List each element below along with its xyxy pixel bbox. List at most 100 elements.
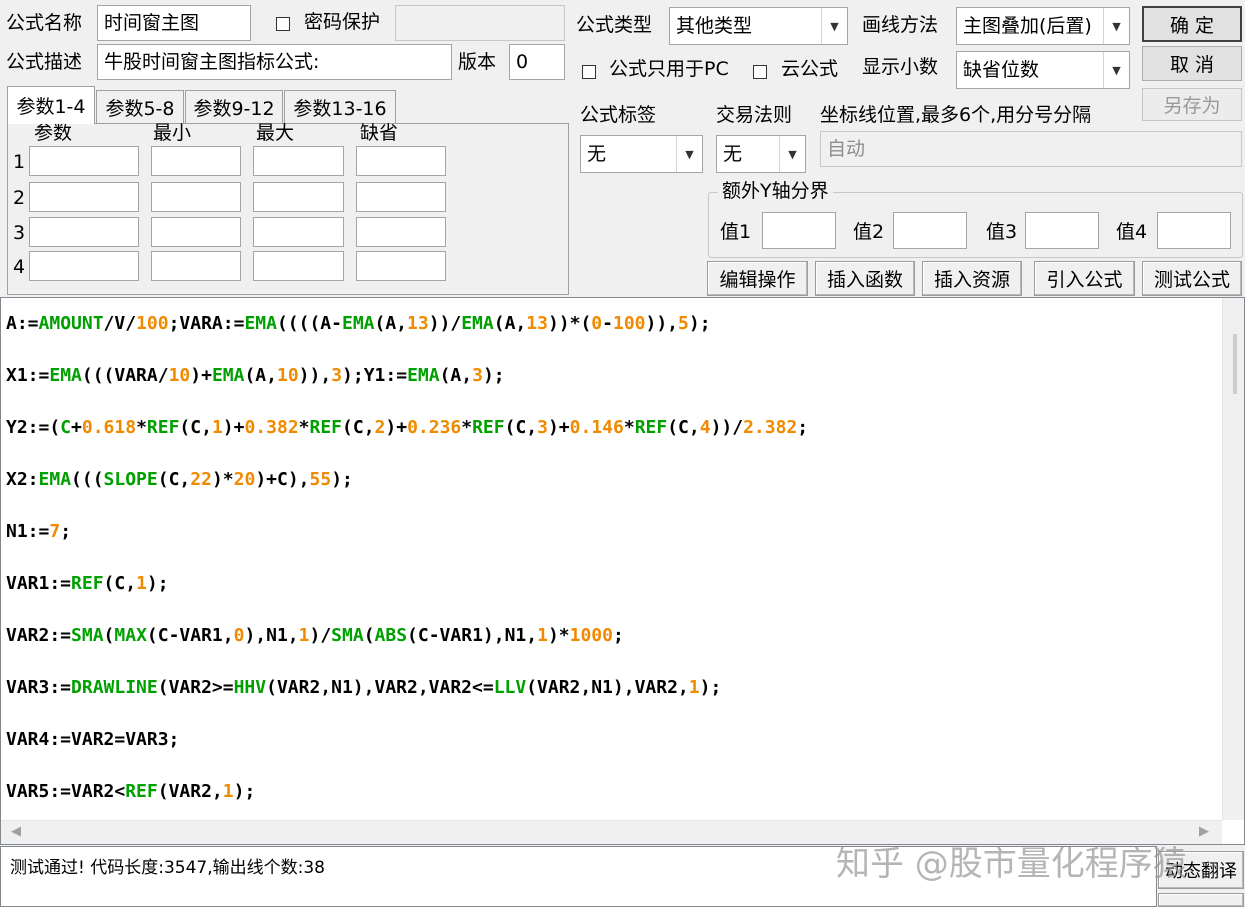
scroll-thumb[interactable] [1233,334,1237,394]
code-number-token: 100 [136,313,169,334]
code-text-token: (C, [179,417,212,438]
vertical-scrollbar[interactable] [1222,298,1244,820]
code-text-token: * [136,417,147,438]
cancel-button[interactable]: 取 消 [1142,46,1242,81]
param-3-name-input[interactable] [29,217,139,247]
ok-button[interactable]: 确 定 [1142,6,1242,42]
param-row-index: 1 [13,151,26,173]
cloud-checkbox[interactable] [753,60,767,82]
param-1-default-input[interactable] [356,146,446,176]
code-text-token: (C, [504,417,538,438]
password-checkbox[interactable] [276,12,290,34]
param-2-min-input[interactable] [151,182,241,212]
formula-name-label: 公式名称 [6,12,83,34]
code-function-token: C [60,417,72,438]
param-2-default-input[interactable] [356,182,446,212]
import-formula-button[interactable]: 引入公式 [1034,261,1135,296]
param-1-min-input[interactable] [151,146,241,176]
code-text-token: (C-VAR1, [146,625,234,646]
scroll-left-icon[interactable]: ◀ [11,824,21,839]
code-text-token: ; [60,521,72,542]
code-number-token: 13 [407,313,429,334]
param-3-min-input[interactable] [151,217,241,247]
formula-type-value: 其他类型 [676,15,753,37]
param-4-default-input[interactable] [356,251,446,281]
code-text-token: (((VARA/ [81,365,169,386]
param-3-default-input[interactable] [356,217,446,247]
param-4-min-input[interactable] [151,251,241,281]
code-text-token: ;VARA:= [168,313,245,334]
decimals-select[interactable]: 缺省位数 ▼ [956,51,1130,89]
code-text-token: (C, [342,417,375,438]
scroll-right-icon[interactable]: ▶ [1199,824,1209,839]
code-text-token: VAR1:= [6,573,72,594]
code-number-token: 0.146 [569,417,624,438]
save-as-button[interactable]: 另存为 [1142,88,1242,121]
code-number-token: 1 [537,625,548,646]
code-text-token: ); [482,365,505,386]
code-text-token: VAR5:=VAR2< [6,781,126,802]
tab-params-5-8[interactable]: 参数5-8 [96,90,184,124]
code-text-token: (C, [667,417,700,438]
formula-desc-input[interactable]: 牛股时间窗主图指标公式: [97,44,452,80]
formula-tag-select[interactable]: 无 ▼ [580,135,703,173]
code-text-token: ))/ [428,313,462,334]
code-text-token: )/ [309,625,332,646]
code-number-token: 3 [537,417,548,438]
formula-tag-value: 无 [587,143,607,165]
code-number-token: 3 [331,365,343,386]
code-editor[interactable]: A:=AMOUNT/V/100;VARA:=EMA((((A-EMA(A,13)… [0,297,1245,845]
param-4-max-input[interactable] [253,251,344,281]
secondary-button[interactable] [1158,893,1244,907]
code-number-token: 10 [276,365,299,386]
code-text-token: (VAR2,N1),VAR2, [526,677,689,698]
y-value-4-label: 值4 [1116,221,1148,243]
tab-params-13-16[interactable]: 参数13-16 [284,90,396,124]
code-line: A:=AMOUNT/V/100;VARA:=EMA((((A-EMA(A,13)… [1,298,1244,350]
param-row-index: 3 [13,222,26,244]
password-input[interactable] [395,5,565,41]
y-value-4-input[interactable] [1157,212,1231,249]
param-3-max-input[interactable] [253,217,344,247]
param-1-name-input[interactable] [29,146,139,176]
pc-only-checkbox[interactable] [582,60,596,82]
tab-params-9-12[interactable]: 参数9-12 [185,90,283,124]
formula-type-select[interactable]: 其他类型 ▼ [669,7,848,45]
insert-function-button[interactable]: 插入函数 [815,261,915,296]
code-text-token: )), [645,313,679,334]
param-2-max-input[interactable] [253,182,344,212]
code-text-token: ; [612,625,624,646]
code-text-token: * [623,417,635,438]
code-number-token: 0.382 [244,417,299,438]
draw-method-select[interactable]: 主图叠加(后置) ▼ [956,7,1130,45]
code-number-token: 10 [168,365,191,386]
code-text-token: X1:= [6,365,50,386]
code-text-token: ((( [71,469,104,490]
code-line: VAR5:=VAR2<REF(VAR2,1); [1,766,1244,818]
formula-name-input[interactable]: 时间窗主图 [97,5,251,41]
param-1-max-input[interactable] [253,146,344,176]
edit-ops-button[interactable]: 编辑操作 [707,261,808,296]
param-4-name-input[interactable] [29,251,139,281]
code-line: VAR1:=REF(C,1); [1,558,1244,610]
test-formula-button[interactable]: 测试公式 [1142,261,1242,296]
y-value-3-input[interactable] [1025,212,1099,249]
param-2-name-input[interactable] [29,182,139,212]
code-text-token: (VAR2,N1),VAR2,VAR2<= [266,677,494,698]
y-value-2-input[interactable] [893,212,967,249]
coord-line-input[interactable]: 自动 [820,131,1242,167]
code-number-token: 55 [309,469,332,490]
code-number-token: 20 [233,469,256,490]
code-text-token: )+ [222,417,245,438]
trade-rule-select[interactable]: 无 ▼ [716,135,806,173]
code-text-token: (VAR2>= [157,677,234,698]
decimals-label: 显示小数 [862,56,939,78]
code-text-token: VAR3:= [6,677,72,698]
tab-params-1-4[interactable]: 参数1-4 [7,86,95,124]
code-number-token: 1000 [569,625,613,646]
y-value-1-input[interactable] [762,212,836,249]
version-input[interactable]: 0 [509,44,565,80]
insert-resource-button[interactable]: 插入资源 [922,261,1022,296]
code-text-token: )+ [547,417,570,438]
code-text-token: VAR2:= [6,625,72,646]
